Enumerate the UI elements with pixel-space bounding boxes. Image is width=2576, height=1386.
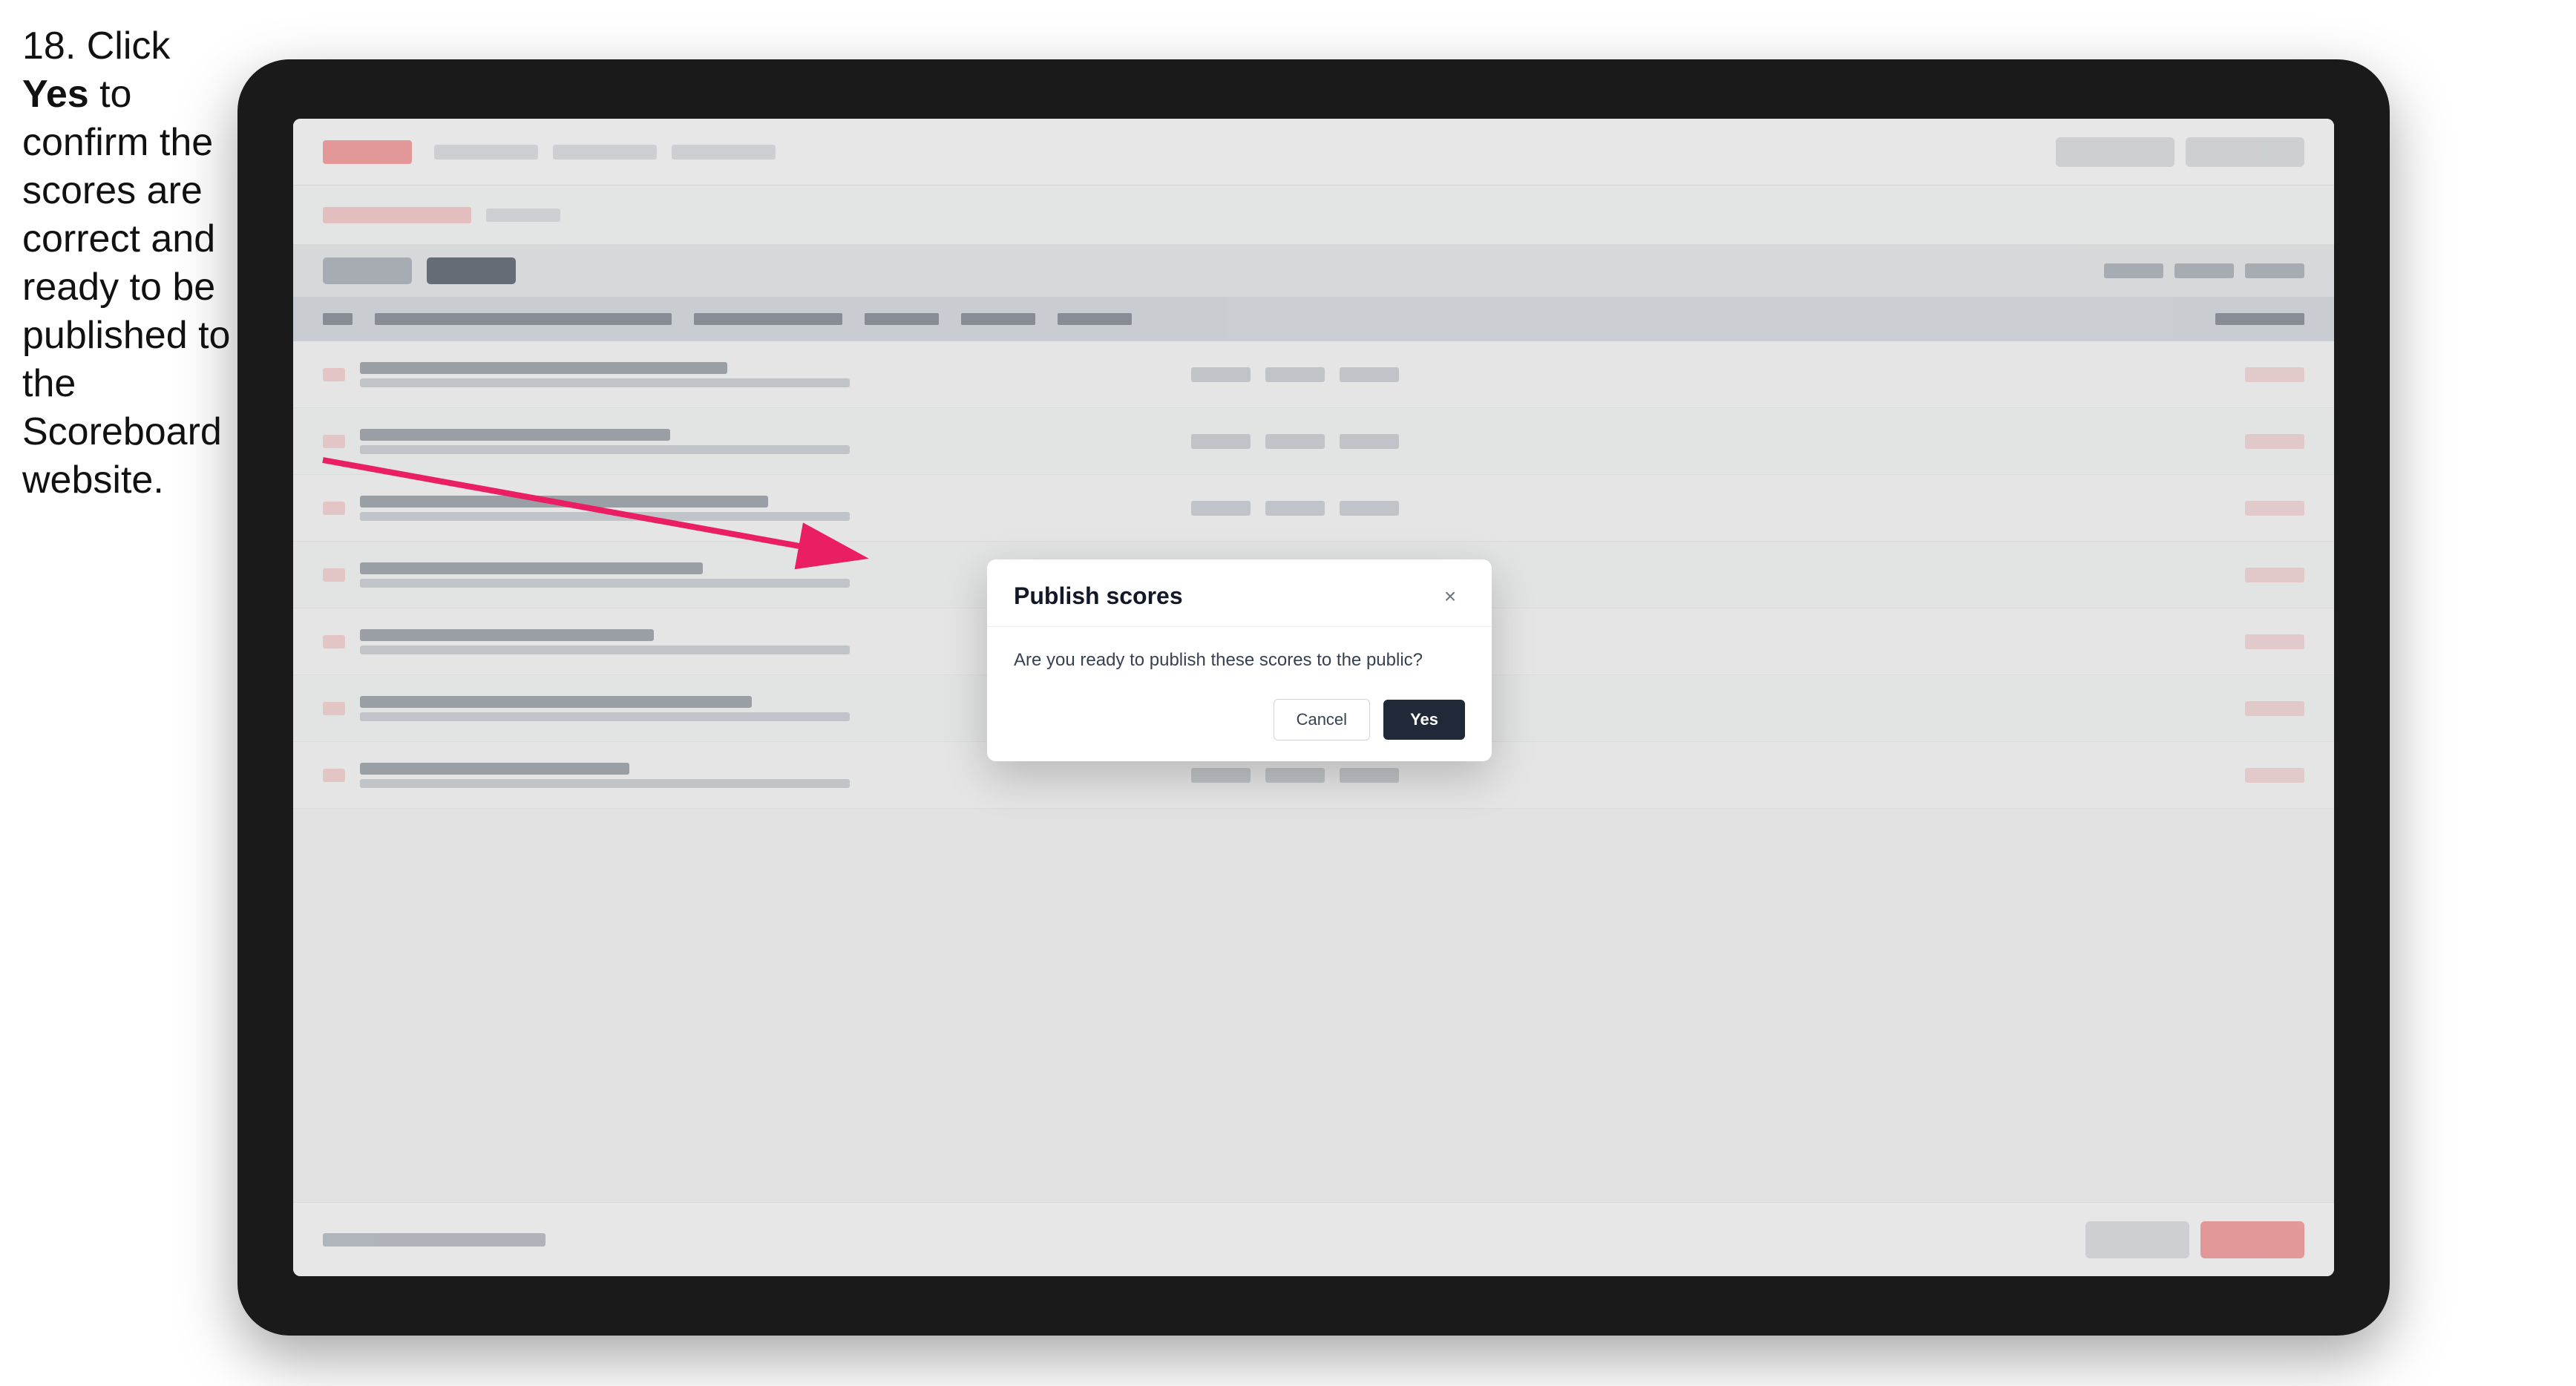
publish-scores-dialog: Publish scores × Are you ready to publis… <box>987 559 1492 762</box>
modal-title: Publish scores <box>1014 582 1183 610</box>
instruction-text: 18. Click Yes to confirm the scores are … <box>22 22 237 505</box>
tablet-device: Publish scores × Are you ready to publis… <box>237 59 2390 1336</box>
step-number: 18. <box>22 24 76 68</box>
modal-header: Publish scores × <box>987 559 1492 627</box>
modal-footer: Cancel Yes <box>987 687 1492 761</box>
modal-body: Are you ready to publish these scores to… <box>987 627 1492 688</box>
modal-message: Are you ready to publish these scores to… <box>1014 648 1465 673</box>
cancel-button[interactable]: Cancel <box>1274 699 1370 740</box>
modal-overlay: Publish scores × Are you ready to publis… <box>293 119 2334 1276</box>
tablet-screen: Publish scores × Are you ready to publis… <box>293 119 2334 1276</box>
modal-close-button[interactable]: × <box>1435 582 1465 611</box>
yes-button[interactable]: Yes <box>1383 700 1465 740</box>
